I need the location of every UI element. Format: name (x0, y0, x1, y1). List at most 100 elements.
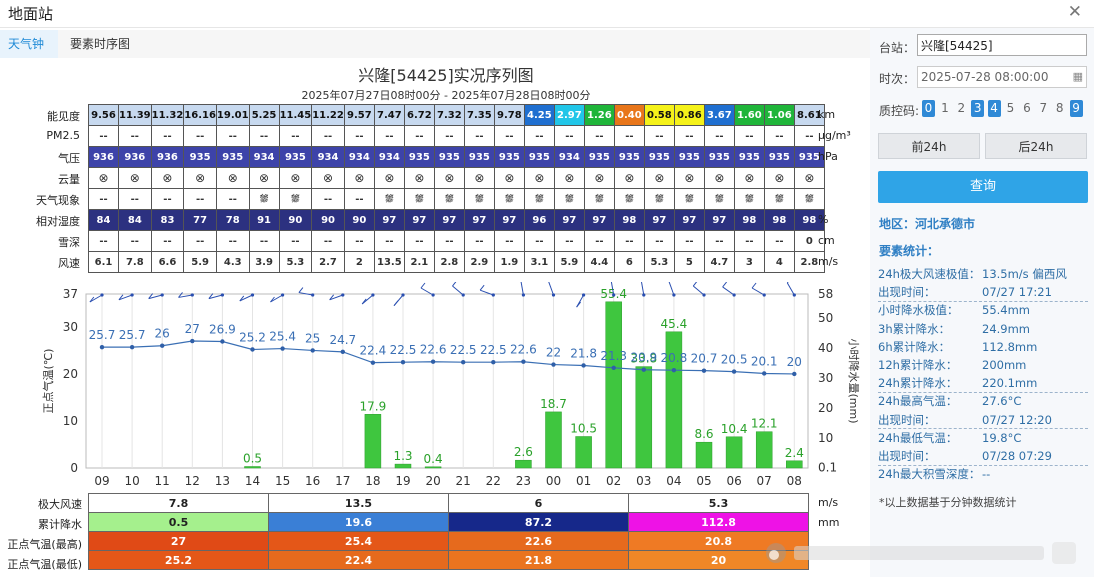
cell-weather: -- (215, 188, 250, 210)
cell-wind: 6.6 (150, 251, 185, 273)
cell-visibility: 0.58 (643, 104, 675, 126)
time-value: 2025-07-28 08:00:00 (921, 70, 1049, 84)
cell-weather: ⛆ (493, 188, 525, 210)
cell-visibility: 11.45 (278, 104, 313, 126)
cell-pm25: -- (215, 125, 250, 147)
left-tick-label: 30 (63, 320, 78, 334)
precip-bar (786, 460, 803, 469)
cell-weather: ⛆ (553, 188, 585, 210)
cell-cloud: ⊗ (703, 167, 735, 189)
qc-code-5[interactable]: 5 (1004, 100, 1017, 117)
wind-barb-feather (786, 282, 789, 284)
table-row-pressure: 936 936 936 935 935 934 935 934 934 934 935 935 935 9… (88, 146, 825, 168)
temp-label: 22.6 (420, 343, 447, 357)
cell-snow: -- (583, 230, 615, 252)
x-tick-label: 21 (456, 474, 471, 488)
wind-barb-staff (520, 282, 524, 296)
cell-snow: -- (523, 230, 555, 252)
summary-cell: 25.4 (268, 531, 449, 551)
qc-code-4[interactable]: 4 (987, 100, 1001, 117)
cell-pressure: 936 (88, 146, 119, 168)
cell-snow: -- (613, 230, 645, 252)
qc-code-0[interactable]: 0 (922, 100, 935, 117)
table-row-pm25: -- -- -- -- -- -- -- -- -- -- -- -- -- -- -- -- -- -- -- --… (88, 125, 825, 147)
cell-pressure: 935 (493, 146, 525, 168)
cell-snow: -- (493, 230, 525, 252)
summary-cell: 5.3 (628, 493, 809, 513)
qc-code-7[interactable]: 7 (1037, 100, 1050, 117)
cell-humidity: 83 (150, 209, 185, 231)
cell-wind: 2.1 (403, 251, 435, 273)
cell-humidity: 97 (403, 209, 435, 231)
temp-point (521, 359, 526, 364)
qc-code-6[interactable]: 6 (1020, 100, 1033, 117)
prev-24h-button[interactable]: 前24h (878, 133, 980, 159)
qc-code-9[interactable]: 9 (1069, 100, 1083, 117)
temp-label: 20 (787, 355, 802, 369)
wind-barb-staff (668, 282, 675, 296)
cell-wind: 4.3 (215, 251, 250, 273)
temp-point (340, 349, 345, 355)
temp-point (190, 338, 195, 344)
cell-pressure: 935 (403, 146, 435, 168)
cell-cloud: ⊗ (613, 167, 645, 189)
stat-value: 13.5m/s 偏西风 (982, 267, 1067, 281)
cell-pressure: 935 (463, 146, 495, 168)
row-unit-humidity: % (818, 213, 829, 226)
x-tick-label: 00 (546, 474, 561, 488)
tab-weather-clock[interactable]: 天气钟 (0, 30, 58, 58)
qc-code-3[interactable]: 3 (971, 100, 985, 117)
cell-snow: -- (643, 230, 675, 252)
cell-pressure: 934 (343, 146, 375, 168)
table-row-humidity: 84 84 83 77 78 91 90 90 90 97 97 97 97 97 96 97 97 98 97 97… (88, 209, 825, 231)
right-tick-label: 0.1 (818, 461, 837, 475)
cell-visibility: 0.86 (673, 104, 705, 126)
cell-snow: -- (278, 230, 313, 252)
temp-label: 22.5 (390, 343, 417, 357)
cell-pressure: 935 (583, 146, 615, 168)
x-tick-label: 10 (124, 474, 139, 488)
wind-barb-feather (420, 282, 426, 289)
cell-pm25: -- (703, 125, 735, 147)
time-input[interactable]: 2025-07-28 08:00:00 ▦ (917, 66, 1087, 88)
temp-label: 25.2 (239, 330, 266, 344)
query-button[interactable]: 查询 (878, 171, 1088, 203)
station-input[interactable] (917, 34, 1087, 56)
cell-wind: 2.8 (433, 251, 465, 273)
stat-value: 19.8°C (982, 430, 1022, 445)
cell-weather: ⛆ (373, 188, 405, 210)
next-24h-button[interactable]: 后24h (985, 133, 1087, 159)
temp-label: 20.5 (721, 353, 748, 367)
precip-bar (605, 301, 622, 469)
temp-point (641, 367, 646, 372)
cell-weather: ⛆ (403, 188, 435, 210)
summary-unit: mm (818, 516, 840, 529)
cell-pressure: 935 (215, 146, 250, 168)
close-icon[interactable]: ✕ (1068, 2, 1082, 22)
x-tick-label: 03 (636, 474, 651, 488)
calendar-icon[interactable]: ▦ (1073, 67, 1083, 87)
cell-pressure: 936 (150, 146, 185, 168)
qc-code-2[interactable]: 2 (955, 100, 968, 117)
cell-pressure: 934 (248, 146, 280, 168)
stats-title: 要素统计： (879, 244, 940, 258)
stat-value: 200mm (982, 358, 1027, 372)
qc-code-1[interactable]: 1 (938, 100, 951, 117)
cell-snow: -- (703, 230, 735, 252)
cell-weather: ⛆ (583, 188, 615, 210)
cell-weather: ⛆ (278, 188, 313, 210)
cell-pm25: -- (763, 125, 795, 147)
summary-cell: 22.4 (268, 550, 449, 570)
cell-cloud: ⊗ (183, 167, 217, 189)
stat-item: 出现时间： 07/27 12:20 (878, 411, 1088, 429)
qc-code-8[interactable]: 8 (1053, 100, 1066, 117)
app-window: 地面站 ✕ 天气钟 要素时序图 兴隆[54425]实况序列图 2025年07月2… (0, 0, 1094, 577)
summary-label: 正点气温(最低) (7, 558, 82, 571)
cell-visibility: 5.25 (248, 104, 280, 126)
temp-point (160, 343, 165, 348)
temp-label: 21.8 (570, 346, 597, 360)
tab-element-series[interactable]: 要素时序图 (62, 30, 152, 58)
stat-value: 112.8mm (982, 339, 1038, 354)
cell-wind: 2.9 (463, 251, 495, 273)
stats-note: *以上数据基于分钟数据统计 (879, 496, 1017, 509)
